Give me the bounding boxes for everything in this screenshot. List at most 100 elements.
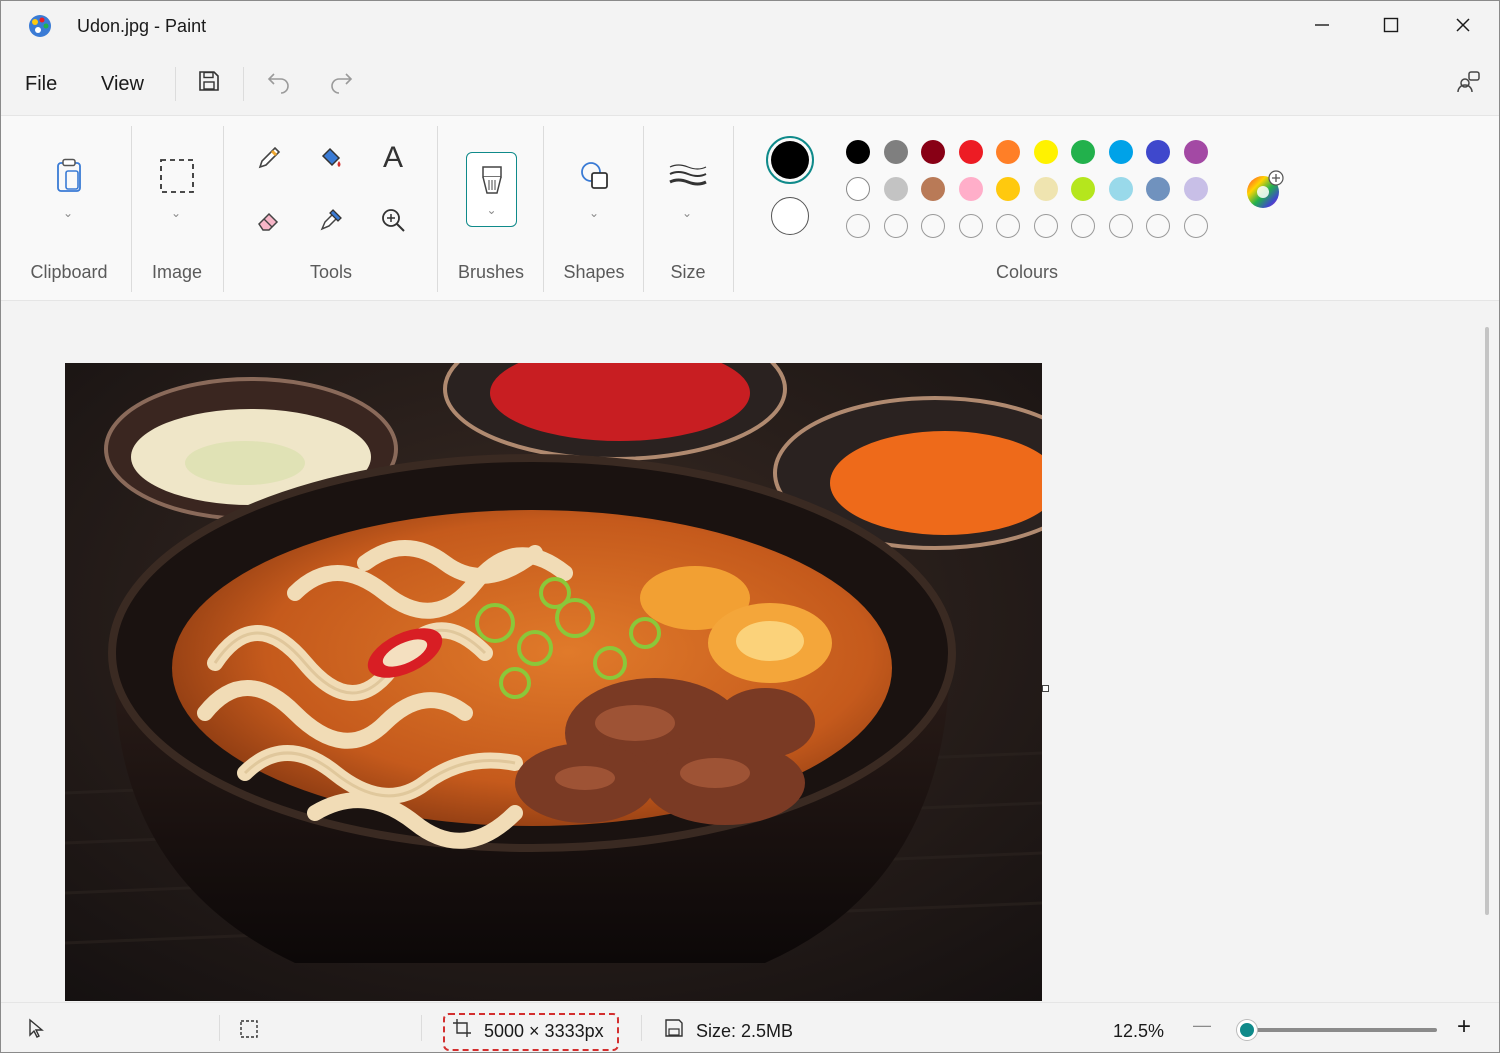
custom-color-slot[interactable] — [996, 214, 1020, 238]
ribbon-divider — [131, 126, 132, 292]
udon-photo — [65, 363, 1042, 1001]
custom-color-slot[interactable] — [883, 214, 908, 238]
custom-color-slot[interactable] — [958, 214, 983, 238]
magnifier-button[interactable] — [377, 204, 409, 236]
chevron-down-icon[interactable]: ⌄ — [63, 206, 73, 220]
pencil-icon — [258, 146, 281, 169]
save-button[interactable] — [193, 65, 225, 97]
canvas-size-icon — [451, 1017, 473, 1039]
file-menu[interactable]: File — [25, 73, 57, 96]
zoom-slider-thumb[interactable] — [1237, 1020, 1257, 1040]
paint-window: Udon.jpg - Paint File View ⌄ Clipboard ⌄… — [0, 0, 1500, 1053]
palette-swatch[interactable] — [958, 140, 983, 164]
chevron-down-icon[interactable]: ⌄ — [589, 206, 599, 220]
clipboard-button[interactable] — [51, 156, 87, 196]
pencil-button[interactable] — [253, 142, 285, 174]
file-size: Size: 2.5MB — [696, 1021, 794, 1041]
view-menu[interactable]: View — [101, 73, 144, 96]
ribbon-divider — [223, 126, 224, 292]
palette-swatch[interactable] — [1071, 177, 1095, 201]
status-divider — [641, 1015, 642, 1041]
zoom-out-button[interactable]: — — [1193, 1015, 1211, 1036]
brushes-button[interactable]: ⌄ — [466, 152, 517, 227]
palette-swatch[interactable] — [1033, 140, 1058, 164]
magnifier-icon — [382, 209, 405, 232]
menu-divider — [175, 67, 176, 101]
canvas-image[interactable] — [65, 363, 1042, 1001]
custom-color-slot[interactable] — [1108, 214, 1133, 238]
ribbon-divider — [437, 126, 438, 292]
maximize-icon — [1383, 17, 1399, 33]
paint-palette-icon — [27, 13, 53, 39]
redo-button[interactable] — [325, 65, 357, 97]
primary-color-button[interactable] — [766, 136, 814, 184]
palette-swatch[interactable] — [1146, 177, 1170, 201]
chevron-down-icon: ⌄ — [486, 202, 497, 217]
palette-swatch[interactable] — [958, 177, 983, 201]
palette-swatch[interactable] — [883, 140, 908, 164]
title-bar: Udon.jpg - Paint — [1, 1, 1499, 51]
ribbon-divider — [733, 126, 734, 292]
palette-swatch[interactable] — [1071, 140, 1095, 164]
palette-swatch[interactable] — [846, 177, 870, 201]
primary-color-swatch — [771, 141, 809, 179]
color-picker-button[interactable] — [315, 204, 347, 236]
chevron-down-icon[interactable]: ⌄ — [171, 206, 181, 220]
disk-icon — [663, 1017, 685, 1039]
custom-color-slot[interactable] — [1033, 214, 1058, 238]
edit-colors-button[interactable] — [1243, 170, 1285, 212]
zoom-slider-track[interactable] — [1247, 1028, 1437, 1032]
fill-bucket-icon — [321, 147, 341, 167]
pointer-icon — [29, 1018, 44, 1038]
color-wheel-icon — [1247, 170, 1284, 208]
custom-color-slot[interactable] — [1071, 214, 1095, 238]
custom-color-slot[interactable] — [846, 214, 870, 238]
palette-swatch[interactable] — [883, 177, 908, 201]
size-button[interactable] — [667, 158, 709, 194]
palette-swatch[interactable] — [1033, 177, 1058, 201]
palette-swatch[interactable] — [846, 140, 870, 164]
close-button[interactable] — [1440, 9, 1486, 41]
select-button[interactable] — [157, 156, 197, 196]
custom-color-slot[interactable] — [1183, 214, 1208, 238]
palette-swatch[interactable] — [1108, 177, 1133, 201]
shapes-group-label: Shapes — [563, 262, 625, 282]
undo-button[interactable] — [263, 65, 295, 97]
secondary-color-swatch — [771, 197, 809, 235]
menu-divider — [243, 67, 244, 101]
close-icon — [1456, 18, 1470, 32]
eraser-button[interactable] — [253, 204, 285, 236]
vertical-scrollbar[interactable] — [1485, 327, 1489, 915]
maximize-button[interactable] — [1368, 9, 1414, 41]
minimize-icon — [1315, 24, 1329, 26]
ribbon-divider — [543, 126, 544, 292]
palette-swatch[interactable] — [996, 140, 1020, 164]
selection-size — [237, 1017, 261, 1041]
zoom-level[interactable]: 12.5% — [1113, 1021, 1164, 1042]
palette-swatch[interactable] — [1183, 177, 1208, 201]
palette-swatch[interactable] — [1146, 140, 1170, 164]
ribbon-divider — [643, 126, 644, 292]
canvas-resize-handle[interactable] — [1042, 685, 1049, 692]
colours-group-label: Colours — [995, 262, 1059, 282]
minimize-button[interactable] — [1299, 9, 1345, 41]
zoom-in-button[interactable]: + — [1457, 1013, 1471, 1041]
size-group-label: Size — [670, 262, 706, 282]
brushes-group-label: Brushes — [457, 262, 525, 282]
color-picker-icon — [320, 209, 342, 231]
palette-swatch[interactable] — [921, 140, 945, 164]
fill-button[interactable] — [315, 142, 347, 174]
pointer-position — [25, 1017, 47, 1039]
palette-swatch[interactable] — [1108, 140, 1133, 164]
palette-swatch[interactable] — [921, 177, 945, 201]
ribbon: ⌄ Clipboard ⌄ Image A Tools ⌄ Brushes ⌄ … — [1, 115, 1499, 301]
custom-color-slot[interactable] — [1146, 214, 1170, 238]
shapes-button[interactable] — [575, 156, 615, 196]
text-button[interactable]: A — [375, 140, 411, 176]
account-settings-button[interactable] — [1453, 65, 1485, 97]
palette-swatch[interactable] — [1183, 140, 1208, 164]
chevron-down-icon[interactable]: ⌄ — [682, 206, 692, 220]
palette-swatch[interactable] — [996, 177, 1020, 201]
custom-color-slot[interactable] — [921, 214, 945, 238]
secondary-color-button[interactable] — [770, 196, 810, 236]
